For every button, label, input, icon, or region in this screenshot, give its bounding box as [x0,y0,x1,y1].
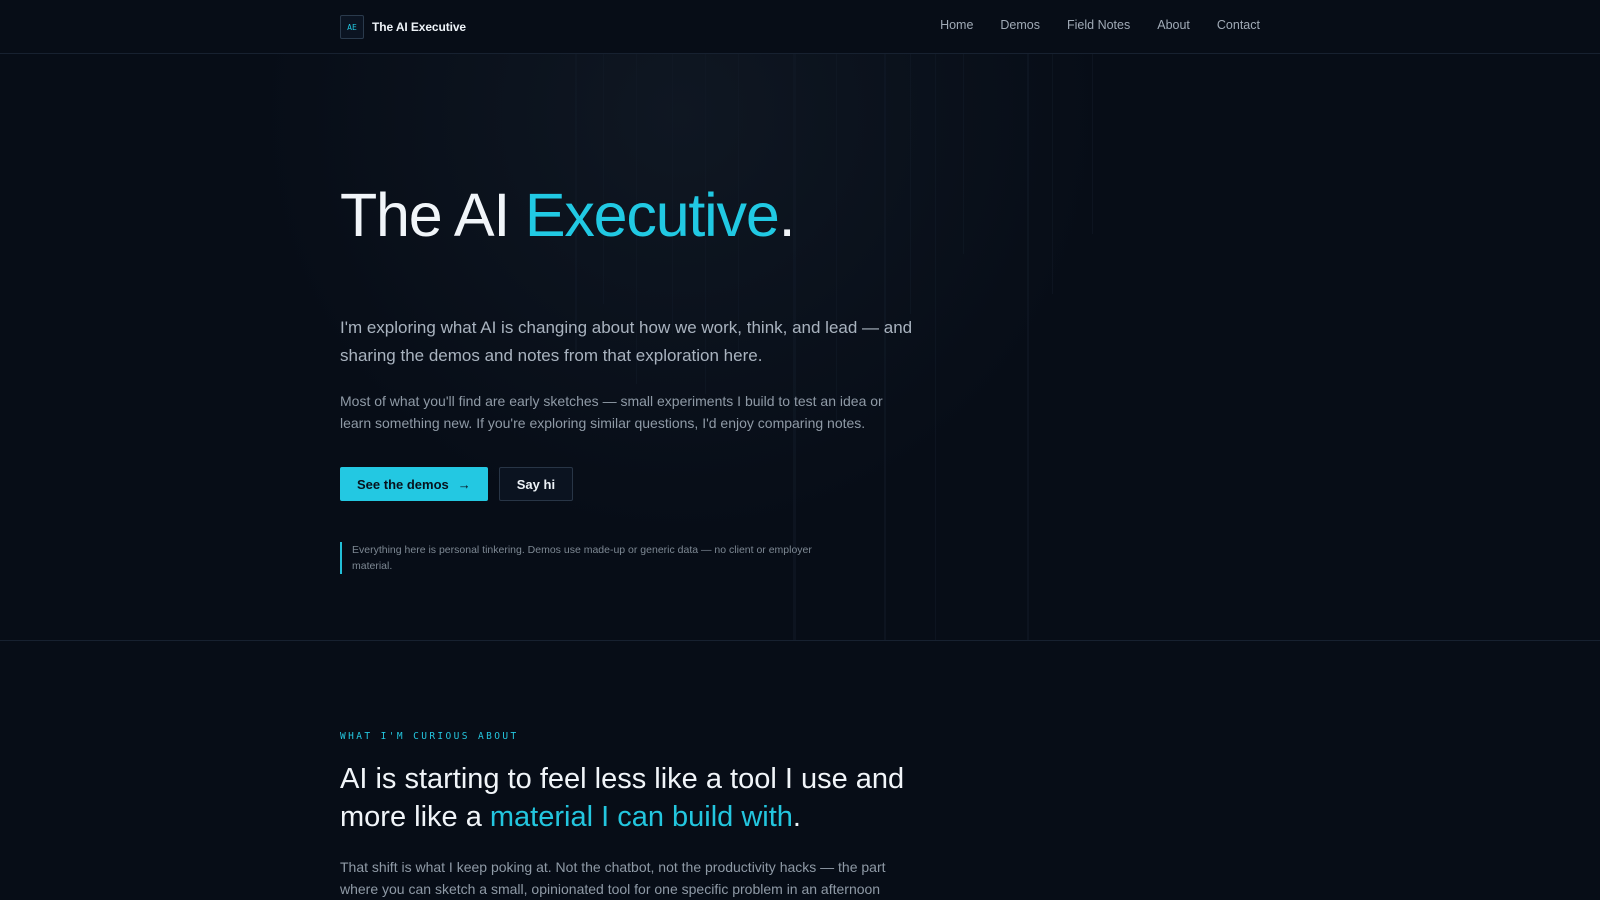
nav-link-about[interactable]: About [1157,18,1190,32]
hero-title-accent: Executive [524,181,780,249]
top-navigation: AE The AI Executive Home Demos Field Not… [0,0,1600,54]
site-title: The AI Executive [372,20,466,34]
section-heading: AI is starting to feel less like a tool … [340,760,950,836]
hero-actions: See the demos → Say hi [340,467,574,501]
nav-link-home[interactable]: Home [940,18,973,32]
site-brand[interactable]: AE The AI Executive [340,15,466,39]
hero-title-period: . [778,181,796,249]
arrow-right-icon: → [457,476,471,492]
hero-section: The AI Executive. I'm exploring what AI … [0,54,1600,641]
curiosity-section: WHAT I'M CURIOUS ABOUT AI is starting to… [0,641,1600,900]
section-heading-accent: material I can build with [489,801,793,833]
nav-link-field-notes[interactable]: Field Notes [1067,18,1130,32]
say-hi-button[interactable]: Say hi [498,467,574,501]
hero-body: Most of what you'll find are early sketc… [340,393,883,431]
see-demos-button[interactable]: See the demos → [340,467,488,501]
section-body: That shift is what I keep poking at. Not… [340,859,886,897]
hero-lede: I'm exploring what AI is changing about … [340,318,913,365]
nav-link-contact[interactable]: Contact [1217,18,1260,32]
hero-title-prefix: The AI [340,181,525,249]
personal-tinkering-disclaimer: Everything here is personal tinkering. D… [340,542,830,574]
nav-link-demos[interactable]: Demos [1000,18,1040,32]
section-eyebrow: WHAT I'M CURIOUS ABOUT [340,731,519,742]
brand-logo-icon: AE [340,15,364,39]
hero-title: The AI Executive. [340,179,796,251]
section-heading-period: . [792,801,801,833]
see-demos-label: See the demos [357,476,449,492]
main-nav: Home Demos Field Notes About Contact [940,18,1260,32]
